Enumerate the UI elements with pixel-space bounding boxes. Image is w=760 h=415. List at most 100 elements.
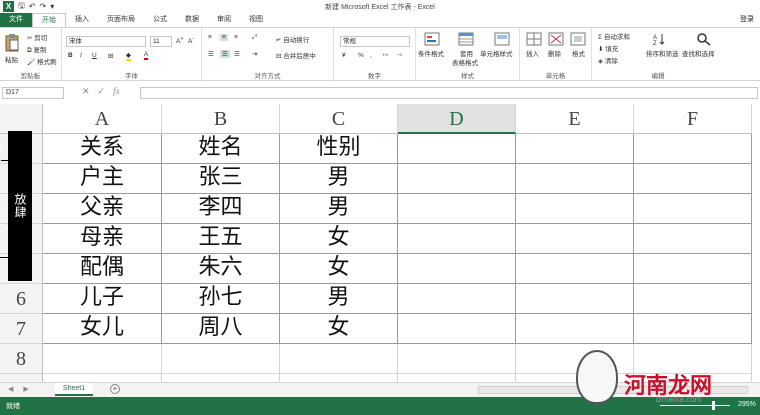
sort-filter-button[interactable]: 排序和筛选 [646, 48, 679, 58]
row-header[interactable]: 6 [0, 284, 43, 314]
indent-button[interactable]: ⇥ [252, 50, 257, 58]
column-header-f[interactable]: F [634, 104, 752, 134]
find-select-button[interactable]: 查找和选择 [682, 48, 715, 58]
grid-cell[interactable]: 女儿 [43, 314, 162, 344]
grid-cell[interactable] [634, 254, 752, 284]
increase-decimal-button[interactable]: ⁺⁰ [382, 52, 388, 60]
border-button[interactable]: ⊞ [108, 52, 113, 60]
grid-cell[interactable] [516, 314, 634, 344]
grid-cell[interactable]: 配偶 [43, 254, 162, 284]
grid-cell[interactable] [634, 164, 752, 194]
column-header-a[interactable]: A [43, 104, 162, 134]
decrease-decimal-button[interactable]: ⁻⁰ [396, 52, 402, 60]
format-as-table-line2[interactable]: 表格格式 [452, 57, 478, 67]
fill-color-button[interactable]: ◆ [126, 51, 131, 61]
grid-cell[interactable] [398, 254, 516, 284]
tab-page-layout[interactable]: 页面布局 [98, 13, 144, 27]
row-header[interactable]: 8 [0, 344, 43, 374]
paste-button[interactable]: 粘贴 [5, 54, 18, 64]
merge-center-button[interactable]: ⊟ 合并后居中 [276, 50, 316, 60]
grid-cell[interactable]: 女 [280, 224, 398, 254]
number-format-select[interactable]: 常规 [340, 36, 410, 47]
orientation-button[interactable]: ⤢ [252, 34, 257, 42]
format-cells-button[interactable]: 格式 [572, 48, 585, 58]
select-all-corner[interactable] [0, 104, 43, 134]
grid-cell[interactable] [280, 344, 398, 374]
enter-icon[interactable]: ✓ [98, 86, 106, 97]
column-header-e[interactable]: E [516, 104, 634, 134]
grid-cell[interactable] [516, 284, 634, 314]
copy-button[interactable]: ⧉ 复制 [27, 44, 46, 55]
tab-home[interactable]: 开始 [32, 13, 66, 27]
row-header[interactable]: 7 [0, 314, 43, 344]
grid-cell[interactable]: 朱六 [162, 254, 280, 284]
conditional-format-button[interactable]: 条件格式 [418, 48, 444, 58]
grid-cell[interactable] [162, 374, 280, 382]
tab-view[interactable]: 视图 [240, 13, 272, 27]
grid-cell[interactable]: 户主 [43, 164, 162, 194]
add-sheet-button[interactable]: + [110, 384, 120, 394]
tab-file[interactable]: 文件 [0, 13, 32, 27]
fill-button[interactable]: ⬇ 填充 [598, 43, 618, 53]
grid-cell[interactable]: 女 [280, 254, 398, 284]
cut-button[interactable]: ✂ 剪切 [27, 32, 47, 42]
grid-cell[interactable] [398, 194, 516, 224]
column-header-c[interactable]: C [280, 104, 398, 134]
grid-cell[interactable] [43, 374, 162, 382]
font-size-select[interactable]: 11 [150, 36, 172, 47]
tab-formulas[interactable]: 公式 [144, 13, 176, 27]
format-painter-button[interactable]: 🖌 格式刷 [27, 56, 57, 66]
grid-cell[interactable] [516, 194, 634, 224]
grid-cell[interactable]: 男 [280, 284, 398, 314]
grid-cell[interactable] [516, 254, 634, 284]
align-bottom-button[interactable]: ≡ [234, 34, 238, 41]
name-box[interactable]: D17 [2, 87, 64, 99]
grid-cell[interactable]: 关系 [43, 134, 162, 164]
grid-cell[interactable] [634, 134, 752, 164]
formula-input[interactable] [140, 87, 758, 99]
grid-cell[interactable]: 儿子 [43, 284, 162, 314]
delete-cells-button[interactable]: 删除 [548, 48, 561, 58]
grid-cell[interactable] [634, 194, 752, 224]
currency-button[interactable]: ¥ [342, 52, 346, 59]
grid-cell[interactable] [634, 284, 752, 314]
grid-cell[interactable]: 周八 [162, 314, 280, 344]
grid-cell[interactable]: 女 [280, 314, 398, 344]
column-header-d[interactable]: D [398, 104, 516, 134]
grid-cell[interactable]: 张三 [162, 164, 280, 194]
paste-icon[interactable] [5, 34, 19, 52]
wrap-text-button[interactable]: ↵ 自动换行 [276, 34, 309, 44]
next-sheet-icon[interactable]: ▶ [23, 385, 28, 393]
font-name-select[interactable]: 宋体 [66, 36, 146, 47]
grid-cell[interactable] [398, 314, 516, 344]
align-left-button[interactable]: ☰ [208, 50, 214, 58]
login-link[interactable]: 登录 [740, 13, 760, 27]
italic-button[interactable]: I [80, 52, 82, 59]
align-center-button[interactable]: ☰ [220, 50, 230, 58]
grid-cell[interactable] [280, 374, 398, 382]
align-top-button[interactable]: ≡ [208, 34, 212, 41]
grid-cell[interactable] [516, 164, 634, 194]
row-header[interactable]: 9 [0, 374, 43, 382]
align-right-button[interactable]: ☰ [234, 50, 240, 58]
shrink-font-button[interactable]: A- [188, 36, 194, 45]
underline-button[interactable]: U [92, 52, 97, 59]
grid-cell[interactable]: 母亲 [43, 224, 162, 254]
tab-review[interactable]: 审阅 [208, 13, 240, 27]
grid-cell[interactable] [43, 344, 162, 374]
cell-styles-button[interactable]: 单元格样式 [480, 48, 513, 58]
grid-cell[interactable] [634, 224, 752, 254]
align-middle-button[interactable]: ≡ [220, 34, 228, 41]
grid-cell[interactable] [634, 314, 752, 344]
grid-cell[interactable] [162, 344, 280, 374]
grid-cell[interactable]: 李四 [162, 194, 280, 224]
percent-button[interactable]: % [358, 52, 364, 59]
grid-cell[interactable]: 王五 [162, 224, 280, 254]
grid-cell[interactable] [398, 224, 516, 254]
tab-data[interactable]: 数据 [176, 13, 208, 27]
grid-cell[interactable]: 孙七 [162, 284, 280, 314]
comma-button[interactable]: , [370, 52, 372, 59]
font-color-button[interactable]: A [144, 51, 149, 60]
grid-cell[interactable]: 男 [280, 164, 398, 194]
grid-cell[interactable] [516, 224, 634, 254]
